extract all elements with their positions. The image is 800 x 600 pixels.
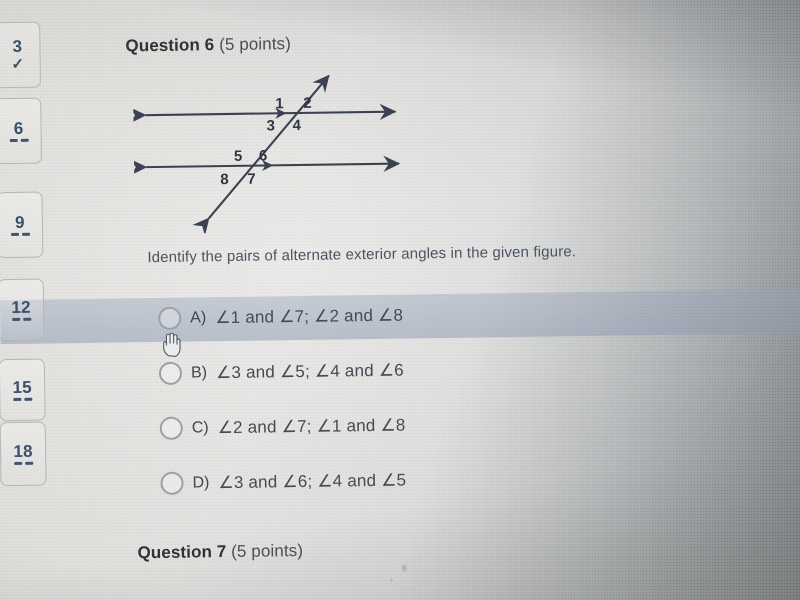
option-d[interactable]: D) ∠3 and ∠6; ∠4 and ∠5: [160, 469, 406, 495]
dash-icon: [12, 397, 32, 402]
option-c-letter: C): [191, 418, 209, 437]
sidebar-item-q6-number: 6: [13, 118, 24, 138]
sidebar-item-q12-number: 12: [11, 297, 31, 318]
transversal-line: [192, 74, 330, 236]
sidebar-item-q15[interactable]: 15: [0, 358, 46, 422]
pointing-hand-cursor-glyph: [163, 332, 181, 357]
sidebar-item-q9-number: 9: [14, 212, 25, 232]
question-prompt: Identify the pairs of alternate exterior…: [147, 243, 577, 267]
angle-label-1: 1: [275, 95, 284, 112]
sidebar-item-q6[interactable]: 6: [0, 97, 43, 165]
sidebar-item-q12[interactable]: 12: [0, 278, 45, 342]
check-icon: ✓: [11, 55, 25, 74]
angle-label-5: 5: [234, 148, 243, 165]
option-b[interactable]: B) ∠3 and ∠5; ∠4 and ∠6: [158, 359, 404, 385]
angle-label-3: 3: [266, 117, 275, 134]
upper-parallel-line: [129, 103, 397, 124]
dash-icon: [10, 232, 30, 237]
question-navigator-sidebar[interactable]: 3 ✓ 6 9 12 15 18: [0, 3, 56, 600]
option-a-text: ∠1 and ∠7; ∠2 and ∠8: [215, 305, 404, 327]
photo-speck: [401, 564, 407, 572]
geometry-figure-svg: 1 2 3 4 5 6 7 8: [129, 74, 401, 236]
photo-speck: [389, 578, 393, 582]
angle-label-4: 4: [292, 117, 301, 134]
sidebar-item-q3[interactable]: 3 ✓: [0, 21, 42, 89]
next-question-title: Question 7 (5 points): [137, 541, 303, 563]
dash-icon: [9, 138, 29, 143]
angle-label-2: 2: [303, 95, 312, 112]
angle-label-8: 8: [220, 171, 229, 188]
option-b-text: ∠3 and ∠5; ∠4 and ∠6: [215, 360, 404, 382]
question-6-points: (5 points): [218, 34, 292, 55]
option-a-letter: A): [190, 308, 207, 327]
dash-icon: [11, 317, 31, 322]
option-d-text: ∠3 and ∠6; ∠4 and ∠5: [218, 470, 407, 492]
pointing-hand-cursor: [160, 332, 182, 358]
option-a[interactable]: A) ∠1 and ∠7; ∠2 and ∠8: [158, 304, 403, 330]
option-d-letter: D): [192, 473, 210, 492]
option-c-text: ∠2 and ∠7; ∠1 and ∠8: [217, 415, 406, 437]
option-b-radio[interactable]: [158, 361, 183, 385]
option-b-letter: B): [190, 363, 208, 382]
sidebar-item-q18[interactable]: 18: [0, 421, 47, 487]
question-7-points: (5 points): [231, 540, 304, 561]
parallel-lines-transversal-diagram: 1 2 3 4 5 6 7 8: [129, 60, 415, 236]
question-7-label: Question 7: [137, 542, 227, 563]
angle-label-6: 6: [259, 147, 268, 164]
sidebar-item-q18-number: 18: [13, 441, 33, 462]
dash-icon: [13, 461, 33, 466]
question-6-label: Question 6: [125, 35, 215, 56]
option-a-radio[interactable]: [158, 306, 182, 330]
option-c[interactable]: C) ∠2 and ∠7; ∠1 and ∠8: [159, 414, 406, 440]
option-d-radio[interactable]: [160, 471, 184, 495]
page-title: Question 6 (5 points): [125, 34, 291, 56]
sidebar-item-q3-number: 3: [12, 36, 23, 56]
screenshot-photo: 3 ✓ 6 9 12 15 18 Question 6 (5 points) 1…: [0, 0, 800, 600]
angle-label-7: 7: [247, 171, 256, 188]
sidebar-item-q9[interactable]: 9: [0, 191, 44, 259]
option-c-radio[interactable]: [159, 416, 183, 440]
sidebar-item-q15-number: 15: [12, 377, 32, 398]
quiz-page: 3 ✓ 6 9 12 15 18 Question 6 (5 points) 1…: [0, 0, 800, 600]
